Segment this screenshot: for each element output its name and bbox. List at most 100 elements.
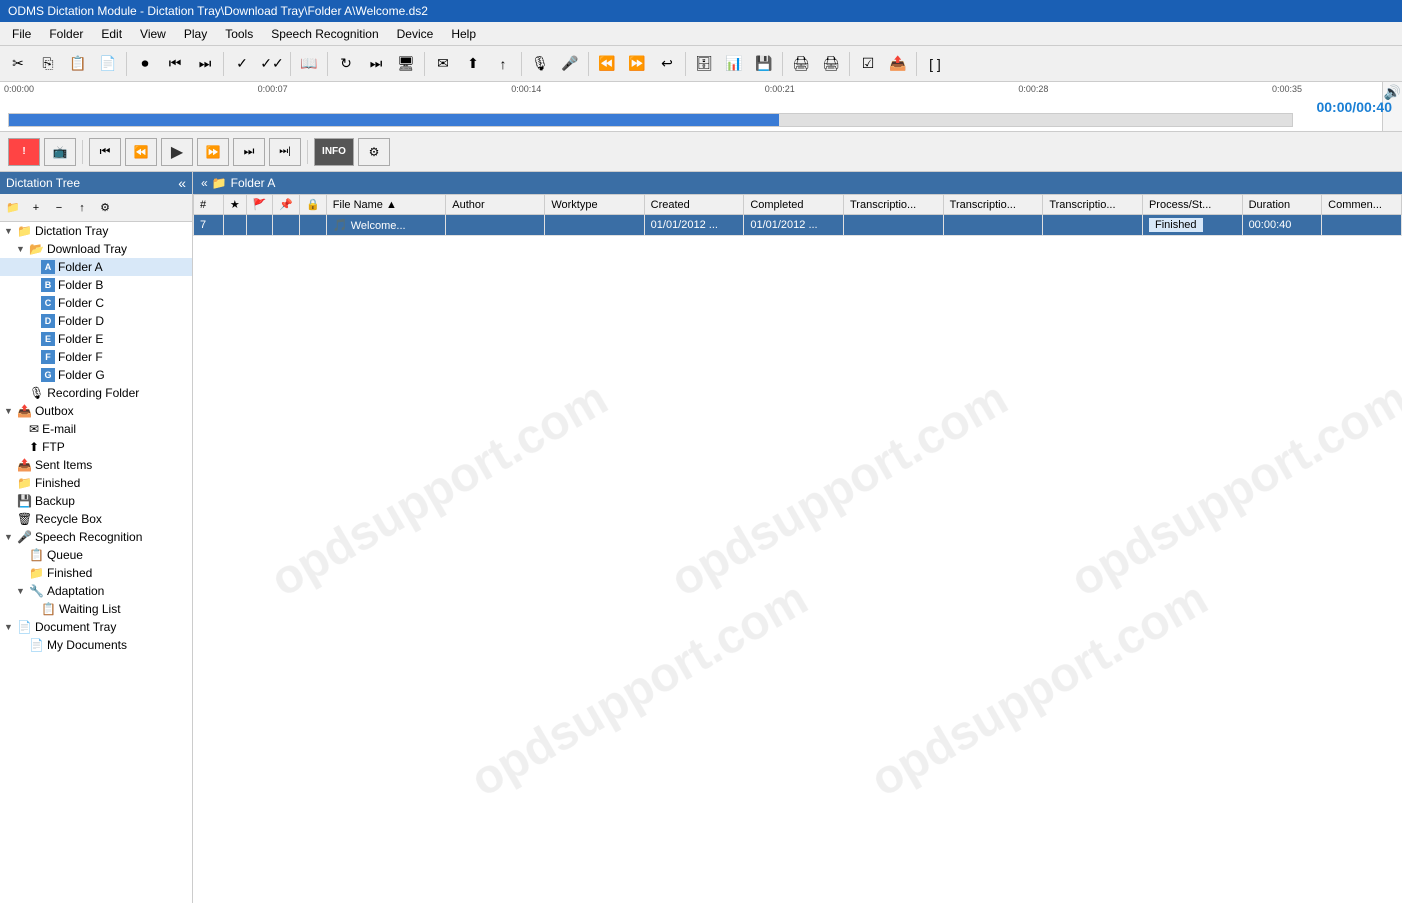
fwd-toolbar-btn[interactable]: ⏩ <box>623 51 651 77</box>
to-end-btn[interactable]: ⏭ <box>233 138 265 166</box>
col-header-comment[interactable]: Commen... <box>1322 195 1402 215</box>
mic-toolbar-btn[interactable]: 🎙 <box>526 51 554 77</box>
paste-toolbar-btn[interactable]: 📋 <box>64 51 92 77</box>
db-toolbar-btn[interactable]: 🗄 <box>690 51 718 77</box>
record-toolbar-btn[interactable]: ⏺ <box>131 51 159 77</box>
check-toolbar-btn[interactable]: ✓ <box>228 51 256 77</box>
bracket-toolbar-btn[interactable]: [ ] <box>921 51 949 77</box>
col-header-completed[interactable]: Completed <box>744 195 844 215</box>
tree-item-finished-sr[interactable]: 📁Finished <box>0 564 192 582</box>
tree-item-my-documents[interactable]: 📄My Documents <box>0 636 192 654</box>
tree-expand-icon[interactable]: ▼ <box>4 406 14 416</box>
col-header-transcription3[interactable]: Transcriptio... <box>1043 195 1143 215</box>
col-header-lock[interactable]: 🔒 <box>300 195 327 215</box>
send-toolbar-btn[interactable]: 📤 <box>884 51 912 77</box>
tree-item-outbox[interactable]: ▼📤Outbox <box>0 402 192 420</box>
collapse-btn[interactable]: − <box>48 197 70 219</box>
col-header-processSt[interactable]: Process/St... <box>1142 195 1242 215</box>
menu-item-file[interactable]: File <box>4 25 39 43</box>
col-header-star[interactable]: ★ <box>223 195 246 215</box>
tree-item-folder-f[interactable]: FFolder F <box>0 348 192 366</box>
monitor-btn[interactable]: 📺 <box>44 138 76 166</box>
tree-item-dictation-tray[interactable]: ▼📁Dictation Tray <box>0 222 192 240</box>
tree-item-download-tray[interactable]: ▼📂Download Tray <box>0 240 192 258</box>
sidebar-collapse-btn[interactable]: « <box>178 175 186 191</box>
play-btn[interactable]: ▶ <box>161 138 193 166</box>
tree-item-finished[interactable]: 📁Finished <box>0 474 192 492</box>
copy-toolbar-btn[interactable]: ⎘ <box>34 51 62 77</box>
tree-item-folder-d[interactable]: DFolder D <box>0 312 192 330</box>
upload-toolbar-btn[interactable]: ↑ <box>489 51 517 77</box>
to-start-btn[interactable]: ⏮ <box>89 138 121 166</box>
tree-item-backup[interactable]: 💾Backup <box>0 492 192 510</box>
tree-expand-icon[interactable]: ▼ <box>4 622 14 632</box>
insert-toolbar-btn[interactable]: ⏭ <box>191 51 219 77</box>
menu-item-speech-recognition[interactable]: Speech Recognition <box>263 25 386 43</box>
col-header-transcription1[interactable]: Transcriptio... <box>844 195 944 215</box>
ftp-toolbar-btn[interactable]: ⬆ <box>459 51 487 77</box>
tree-item-folder-g[interactable]: GFolder G <box>0 366 192 384</box>
check3-toolbar-btn[interactable]: ☑ <box>854 51 882 77</box>
menu-item-folder[interactable]: Folder <box>41 25 91 43</box>
new-folder-btn[interactable]: 📁 <box>2 197 24 219</box>
monitor-toolbar-btn[interactable]: 🖥 <box>392 51 420 77</box>
tree-expand-icon[interactable]: ▼ <box>4 532 14 542</box>
col-header-flag[interactable]: 🚩 <box>246 195 273 215</box>
tree-item-folder-c[interactable]: CFolder C <box>0 294 192 312</box>
col-header-worktype[interactable]: Worktype <box>545 195 644 215</box>
col-header-duration[interactable]: Duration <box>1242 195 1322 215</box>
rewind-btn[interactable]: ⏪ <box>125 138 157 166</box>
menu-item-tools[interactable]: Tools <box>217 25 261 43</box>
paste2-toolbar-btn[interactable]: 📄 <box>94 51 122 77</box>
col-header-created[interactable]: Created <box>644 195 744 215</box>
col-header-note[interactable]: 📌 <box>273 195 300 215</box>
email-toolbar-btn[interactable]: ✉ <box>429 51 457 77</box>
check2-toolbar-btn[interactable]: ✓✓ <box>258 51 286 77</box>
tree-item-sent-items[interactable]: 📤Sent Items <box>0 456 192 474</box>
book-toolbar-btn[interactable]: 📖 <box>295 51 323 77</box>
menu-item-play[interactable]: Play <box>176 25 215 43</box>
tree-item-queue[interactable]: 📋Queue <box>0 546 192 564</box>
print-toolbar-btn[interactable]: 🖨 <box>787 51 815 77</box>
fast-fwd-btn[interactable]: ⏩ <box>197 138 229 166</box>
col-header-author[interactable]: Author <box>446 195 545 215</box>
db3-toolbar-btn[interactable]: 💾 <box>750 51 778 77</box>
tree-item-recording-folder[interactable]: 🎙Recording Folder <box>0 384 192 402</box>
info-btn[interactable]: INFO <box>314 138 354 166</box>
db2-toolbar-btn[interactable]: 📊 <box>720 51 748 77</box>
tree-expand-icon[interactable]: ▼ <box>16 244 26 254</box>
tree-item-folder-a[interactable]: AFolder A <box>0 258 192 276</box>
skip-toolbar-btn[interactable]: ⏭ <box>362 51 390 77</box>
col-header-fileName[interactable]: File Name ▲ <box>326 195 445 215</box>
refresh-toolbar-btn[interactable]: ↻ <box>332 51 360 77</box>
tree-settings-btn[interactable]: ⚙ <box>94 197 116 219</box>
tree-item-recycle-box[interactable]: 🗑Recycle Box <box>0 510 192 528</box>
expand-btn[interactable]: + <box>25 197 47 219</box>
print2-toolbar-btn[interactable]: 🖨 <box>817 51 845 77</box>
handmic-toolbar-btn[interactable]: 🎤 <box>556 51 584 77</box>
progress-bar[interactable] <box>8 113 1293 127</box>
tree-item-ftp[interactable]: ⬆FTP <box>0 438 192 456</box>
menu-item-view[interactable]: View <box>132 25 174 43</box>
settings-btn[interactable]: ⚙ <box>358 138 390 166</box>
col-header-transcription2[interactable]: Transcriptio... <box>943 195 1043 215</box>
menu-item-edit[interactable]: Edit <box>93 25 130 43</box>
record-indicator-btn[interactable]: ! <box>8 138 40 166</box>
tree-item-email[interactable]: ✉E-mail <box>0 420 192 438</box>
tree-item-waiting-list[interactable]: 📋Waiting List <box>0 600 192 618</box>
tree-item-folder-e[interactable]: EFolder E <box>0 330 192 348</box>
tree-expand-icon[interactable]: ▼ <box>16 586 26 596</box>
back-toolbar-btn[interactable]: ⏪ <box>593 51 621 77</box>
tree-expand-icon[interactable]: ▼ <box>4 226 14 236</box>
table-row[interactable]: 7🎵Welcome...01/01/2012 ...01/01/2012 ...… <box>194 215 1402 236</box>
tree-item-folder-b[interactable]: BFolder B <box>0 276 192 294</box>
col-header-number[interactable]: # <box>194 195 224 215</box>
menu-item-device[interactable]: Device <box>389 25 442 43</box>
tree-item-adaptation[interactable]: ▼🔧Adaptation <box>0 582 192 600</box>
tree-item-speech-recognition[interactable]: ▼🎤Speech Recognition <box>0 528 192 546</box>
folder-up-btn[interactable]: ↑ <box>71 197 93 219</box>
overwrite-toolbar-btn[interactable]: ⏮ <box>161 51 189 77</box>
undo-toolbar-btn[interactable]: ↩ <box>653 51 681 77</box>
tree-item-document-tray[interactable]: ▼📄Document Tray <box>0 618 192 636</box>
menu-item-help[interactable]: Help <box>443 25 484 43</box>
